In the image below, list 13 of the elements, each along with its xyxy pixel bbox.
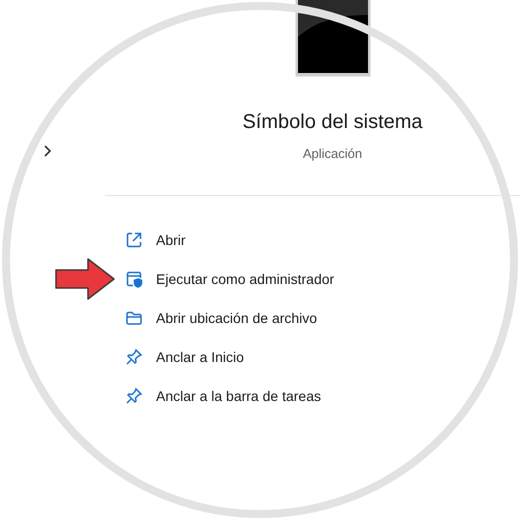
context-menu-item[interactable]: Abrir ubicación de archivo	[121, 306, 322, 328]
pin-icon	[125, 386, 143, 404]
app-type-label: Aplicación	[302, 146, 362, 161]
shield-window-icon	[125, 270, 143, 288]
context-menu-item[interactable]: Anclar a Inicio	[121, 346, 248, 368]
context-menu-item[interactable]: Anclar a la barra de tareas	[121, 384, 325, 406]
app-title: Símbolo del sistema	[242, 111, 423, 134]
context-menu-item[interactable]: Ejecutar como administrador	[121, 268, 338, 290]
open-external-icon	[125, 230, 143, 248]
chevron-right-icon[interactable]	[43, 145, 52, 157]
pin-icon	[125, 348, 143, 366]
context-menu-item[interactable]: Abrir	[121, 228, 190, 250]
terminal-app-icon	[294, 0, 370, 77]
